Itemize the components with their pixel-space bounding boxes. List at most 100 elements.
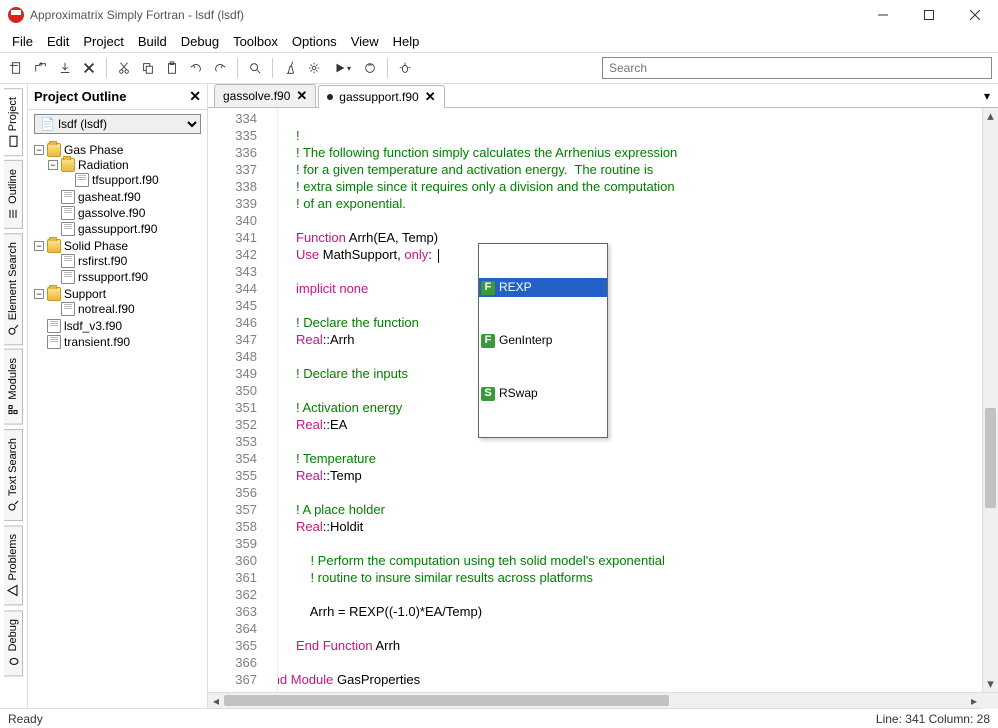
copy-button[interactable] <box>137 57 159 79</box>
tree-file[interactable]: tfsupport.f90 <box>92 173 159 187</box>
tab-gassolve[interactable]: gassolve.f90✕ <box>214 84 316 107</box>
maximize-button[interactable] <box>906 0 952 30</box>
tree-file[interactable]: gasheat.f90 <box>78 190 141 204</box>
tree-file[interactable]: rsfirst.f90 <box>78 254 127 268</box>
file-icon <box>61 254 75 268</box>
tree-folder-gas-phase[interactable]: Gas Phase <box>64 143 123 157</box>
find-button[interactable] <box>244 57 266 79</box>
vtab-debug[interactable]: Debug <box>4 610 23 676</box>
separator <box>272 58 273 78</box>
close-panel-button[interactable]: ✕ <box>189 88 201 105</box>
delete-button[interactable] <box>78 57 100 79</box>
tabs-overflow-button[interactable]: ▾ <box>976 85 998 107</box>
autocomplete-popup[interactable]: FREXP FGenInterp SRSwap <box>478 243 608 438</box>
window-title: Approximatrix Simply Fortran - lsdf (lsd… <box>30 8 860 22</box>
kind-subroutine-icon: S <box>481 387 495 401</box>
status-message: Ready <box>8 712 43 726</box>
vtab-element-search[interactable]: Element Search <box>4 233 23 345</box>
folder-icon <box>47 287 61 301</box>
code-editor[interactable]: ▭! ! The following function simply calcu… <box>278 108 982 692</box>
settings-button[interactable] <box>303 57 325 79</box>
file-icon <box>47 319 61 333</box>
tree-file[interactable]: transient.f90 <box>64 335 130 349</box>
status-position: Line: 341 Column: 28 <box>876 712 990 726</box>
menu-help[interactable]: Help <box>387 32 426 51</box>
side-tab-strip: Project Outline Element Search Modules T… <box>0 84 28 708</box>
line-gutter[interactable]: 334 335 336 337 338 339 340 341 342 343 … <box>208 108 278 692</box>
file-icon <box>61 190 75 204</box>
file-icon <box>61 222 75 236</box>
menu-toolbox[interactable]: Toolbox <box>227 32 284 51</box>
scrollbar-thumb[interactable] <box>985 408 996 508</box>
tree-file[interactable]: lsdf_v3.f90 <box>64 319 122 333</box>
file-icon <box>75 173 89 187</box>
debug-button[interactable] <box>394 57 416 79</box>
tree-file[interactable]: gassolve.f90 <box>78 206 145 220</box>
tree-folder-solid-phase[interactable]: Solid Phase <box>64 239 128 253</box>
folder-icon <box>47 143 61 157</box>
menu-options[interactable]: Options <box>286 32 343 51</box>
vtab-text-search[interactable]: Text Search <box>4 429 23 521</box>
search-input[interactable] <box>602 57 992 79</box>
horizontal-scrollbar[interactable]: ◂ ▸ <box>208 692 998 708</box>
open-button[interactable] <box>30 57 52 79</box>
cut-button[interactable] <box>113 57 135 79</box>
tree-file[interactable]: rssupport.f90 <box>78 270 148 284</box>
close-tab-icon[interactable]: ✕ <box>425 89 436 105</box>
vertical-scrollbar[interactable]: ▴ ▾ <box>982 108 998 692</box>
modified-dot-icon <box>327 94 333 100</box>
clean-button[interactable] <box>279 57 301 79</box>
file-icon <box>47 335 61 349</box>
stop-button[interactable] <box>359 57 381 79</box>
file-icon <box>61 270 75 284</box>
menu-view[interactable]: View <box>345 32 385 51</box>
editor-tabs: gassolve.f90✕ gassupport.f90✕ ▾ <box>208 84 998 108</box>
menu-build[interactable]: Build <box>132 32 173 51</box>
kind-function-icon: F <box>481 334 495 348</box>
autocomplete-item[interactable]: FREXP <box>479 278 607 297</box>
file-icon <box>61 302 75 316</box>
minimize-button[interactable] <box>860 0 906 30</box>
tree-folder-radiation[interactable]: Radiation <box>78 158 129 172</box>
save-button[interactable] <box>54 57 76 79</box>
menu-edit[interactable]: Edit <box>41 32 75 51</box>
run-button[interactable]: ▾ <box>327 57 357 79</box>
tab-gassupport[interactable]: gassupport.f90✕ <box>318 85 444 108</box>
text-caret <box>438 249 439 263</box>
toolbar: ▾ <box>0 52 998 84</box>
kind-function-icon: F <box>481 281 495 295</box>
tree-file[interactable]: notreal.f90 <box>78 302 135 316</box>
vtab-project[interactable]: Project <box>4 88 23 156</box>
folder-icon <box>47 239 61 253</box>
menu-debug[interactable]: Debug <box>175 32 225 51</box>
menubar: File Edit Project Build Debug Toolbox Op… <box>0 30 998 52</box>
tree-folder-support[interactable]: Support <box>64 287 106 301</box>
autocomplete-item[interactable]: SRSwap <box>479 384 607 403</box>
project-tree[interactable]: −Gas Phase −Radiation tfsupport.f90 gash… <box>28 138 207 708</box>
menu-file[interactable]: File <box>6 32 39 51</box>
app-icon <box>8 7 24 23</box>
redo-button[interactable] <box>209 57 231 79</box>
separator <box>387 58 388 78</box>
tree-file[interactable]: gassupport.f90 <box>78 222 157 236</box>
undo-button[interactable] <box>185 57 207 79</box>
menu-project[interactable]: Project <box>77 32 129 51</box>
paste-button[interactable] <box>161 57 183 79</box>
scrollbar-thumb[interactable] <box>224 695 669 706</box>
close-button[interactable] <box>952 0 998 30</box>
statusbar: Ready Line: 341 Column: 28 <box>0 708 998 728</box>
vtab-outline[interactable]: Outline <box>4 160 23 229</box>
folder-icon <box>61 158 75 172</box>
close-tab-icon[interactable]: ✕ <box>296 88 307 104</box>
autocomplete-item[interactable]: FGenInterp <box>479 331 607 350</box>
project-outline-panel: Project Outline ✕ 📄 lsdf (lsdf) −Gas Pha… <box>28 84 208 708</box>
editor-area: gassolve.f90✕ gassupport.f90✕ ▾ 334 335 … <box>208 84 998 708</box>
file-icon <box>61 206 75 220</box>
new-file-button[interactable] <box>6 57 28 79</box>
separator <box>106 58 107 78</box>
vtab-modules[interactable]: Modules <box>4 349 23 425</box>
separator <box>237 58 238 78</box>
outline-title: Project Outline <box>34 89 126 104</box>
vtab-problems[interactable]: Problems <box>4 525 23 605</box>
project-select[interactable]: 📄 lsdf (lsdf) <box>34 114 201 134</box>
